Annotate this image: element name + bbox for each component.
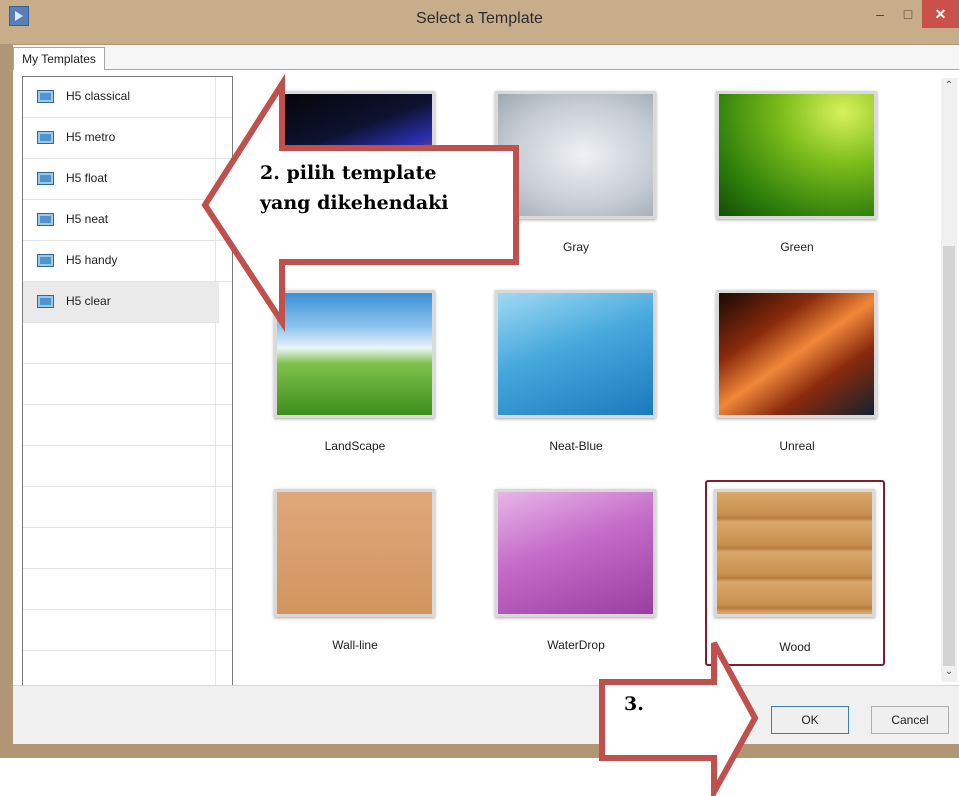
window-title: Select a Template (416, 10, 543, 27)
sidebar-item-h5-float[interactable]: H5 float (23, 159, 232, 200)
step-3-callout: 3. (624, 693, 644, 715)
list-empty-row (23, 323, 232, 364)
sidebar-item-h5-neat[interactable]: H5 neat (23, 200, 232, 241)
template-card-unreal[interactable]: Unreal (707, 281, 887, 467)
cancel-button[interactable]: Cancel (871, 706, 949, 734)
template-card-neat-blue[interactable]: Neat-Blue (486, 281, 666, 467)
template-category-icon (37, 295, 54, 308)
template-category-icon (37, 90, 54, 103)
template-category-icon (37, 213, 54, 226)
template-thumbnail (274, 290, 435, 418)
dialog-content: H5 classical H5 metro H5 float H5 neat H… (13, 70, 959, 692)
list-empty-row (23, 610, 232, 651)
scrollbar-thumb[interactable] (943, 246, 955, 666)
list-empty-row (23, 528, 232, 569)
sidebar-item-label: H5 metro (66, 130, 116, 144)
scroll-down-icon[interactable]: ⌄ (941, 666, 957, 677)
sidebar-item-label: H5 handy (66, 253, 118, 267)
minimize-icon[interactable]: – (866, 0, 894, 28)
sidebar-item-h5-metro[interactable]: H5 metro (23, 118, 232, 159)
template-category-icon (37, 172, 54, 185)
sidebar-item-label: H5 float (66, 171, 108, 185)
title-bar: Select a Template – □ ✕ (0, 0, 959, 44)
step-2-line-1: 2. pilih template (260, 162, 437, 184)
list-empty-row (23, 364, 232, 405)
template-thumbnail (495, 489, 656, 617)
template-thumbnail (714, 489, 875, 617)
list-empty-row (23, 405, 232, 446)
template-label: Wood (779, 640, 811, 654)
template-label: Gray (562, 240, 589, 254)
template-card-wood[interactable]: Wood (705, 480, 885, 666)
list-empty-row (23, 569, 232, 610)
step-2-callout: 2. pilih template yang dikehendaki (260, 158, 449, 218)
template-label: Neat-Blue (549, 439, 603, 453)
template-category-icon (37, 254, 54, 267)
ok-button[interactable]: OK (771, 706, 849, 734)
template-label: Wall-line (332, 638, 378, 652)
template-label: Unreal (779, 439, 815, 453)
template-thumbnail (716, 290, 877, 418)
list-empty-row (23, 487, 232, 528)
dialog-button-bar: OK Cancel (13, 685, 959, 744)
template-card-landscape[interactable]: LandScape (265, 281, 445, 467)
template-thumbnail (716, 91, 877, 219)
step-2-line-2: yang dikehendaki (260, 192, 449, 214)
template-card-gray[interactable]: Gray (486, 82, 666, 268)
template-category-icon (37, 131, 54, 144)
sidebar-item-label: H5 clear (66, 294, 111, 308)
template-label: WaterDrop (547, 638, 605, 652)
tab-strip: My Templates (13, 45, 959, 70)
template-category-list: H5 classical H5 metro H5 float H5 neat H… (22, 76, 233, 692)
sidebar-item-h5-clear[interactable]: H5 clear (23, 282, 219, 323)
template-thumbnail (274, 489, 435, 617)
sidebar-item-h5-handy[interactable]: H5 handy (23, 241, 232, 282)
template-label: Green (780, 240, 814, 254)
sidebar-item-label: H5 neat (66, 212, 109, 226)
template-dialog: Select a Template – □ ✕ My Templates H5 … (0, 0, 959, 758)
template-thumbnail (495, 91, 656, 219)
tab-my-templates[interactable]: My Templates (13, 47, 105, 70)
template-thumbnail (495, 290, 656, 418)
template-card-waterdrop[interactable]: WaterDrop (486, 480, 666, 666)
template-card-green[interactable]: Green (707, 82, 887, 268)
maximize-icon[interactable]: □ (894, 0, 922, 28)
close-icon[interactable]: ✕ (922, 0, 959, 28)
sidebar-item-label: H5 classical (66, 89, 131, 103)
scroll-up-icon[interactable]: ⌃ (941, 80, 957, 91)
template-card-wall-line[interactable]: Wall-line (265, 480, 445, 666)
list-empty-row (23, 446, 232, 487)
gallery-scrollbar[interactable]: ⌃ ⌄ (941, 78, 957, 682)
template-label: LandScape (324, 439, 386, 453)
sidebar-item-h5-classical[interactable]: H5 classical (23, 77, 232, 118)
